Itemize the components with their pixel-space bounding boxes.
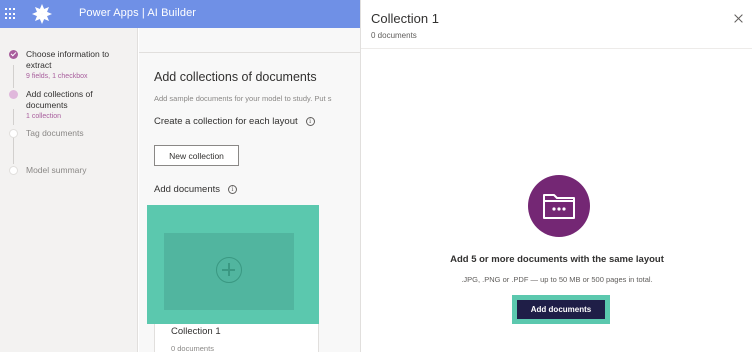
info-icon[interactable]: i — [228, 185, 238, 194]
add-documents-heading-text: Add documents — [154, 184, 221, 195]
add-documents-button[interactable]: Add documents — [517, 300, 605, 319]
panel-title: Collection 1 — [371, 11, 439, 26]
add-documents-highlight: Add documents — [512, 295, 610, 324]
plus-circle-icon — [216, 257, 242, 283]
step-connector — [13, 109, 14, 125]
checkmark-icon — [9, 50, 18, 59]
step-label: Model summary — [26, 165, 87, 175]
wizard-sidebar: Choose information to extract 9 fields, … — [0, 28, 138, 352]
divider — [361, 48, 752, 49]
main-content: Add collections of documents Add sample … — [139, 28, 360, 352]
step-label: Choose information to extract — [26, 49, 110, 70]
step-label: Add collections of documents — [26, 89, 93, 110]
add-documents-tile-highlight — [147, 205, 319, 324]
step-todo-indicator — [9, 129, 18, 138]
add-documents-heading: Add documents i — [154, 184, 238, 195]
page-description: Add sample documents for your model to s… — [154, 94, 332, 103]
power-apps-logo-icon — [32, 4, 52, 24]
waffle-icon[interactable] — [5, 8, 17, 20]
empty-state-heading: Add 5 or more documents with the same la… — [450, 254, 664, 265]
panel-subtitle: 0 documents — [371, 31, 417, 40]
step-connector — [13, 136, 14, 164]
close-icon[interactable] — [733, 13, 745, 25]
collection-card-title: Collection 1 — [171, 326, 221, 337]
add-documents-tile[interactable] — [164, 233, 294, 310]
page-title: Add collections of documents — [154, 70, 317, 84]
step-sub: 9 fields, 1 checkbox — [26, 73, 88, 80]
app-title[interactable]: Power Apps | AI Builder — [79, 7, 196, 19]
info-icon[interactable]: i — [305, 117, 315, 126]
collection-panel: Collection 1 0 documents Add 5 or more d… — [360, 0, 752, 352]
step-connector — [13, 65, 14, 88]
step-sub: 1 collection — [26, 113, 62, 120]
divider — [139, 52, 360, 53]
collection-card-subtitle: 0 documents — [171, 344, 214, 352]
new-collection-button[interactable]: New collection — [154, 145, 239, 166]
create-collection-heading: Create a collection for each layout i — [154, 116, 315, 127]
create-collection-heading-text: Create a collection for each layout — [154, 116, 298, 127]
step-label: Tag documents — [26, 128, 84, 138]
collection-card[interactable]: Collection 1 0 documents — [154, 324, 319, 352]
empty-state-hint: .JPG, .PNG or .PDF — up to 50 MB or 500 … — [461, 275, 653, 284]
step-current-indicator — [9, 90, 18, 99]
step-todo-indicator — [9, 166, 18, 175]
folder-icon — [528, 175, 590, 237]
